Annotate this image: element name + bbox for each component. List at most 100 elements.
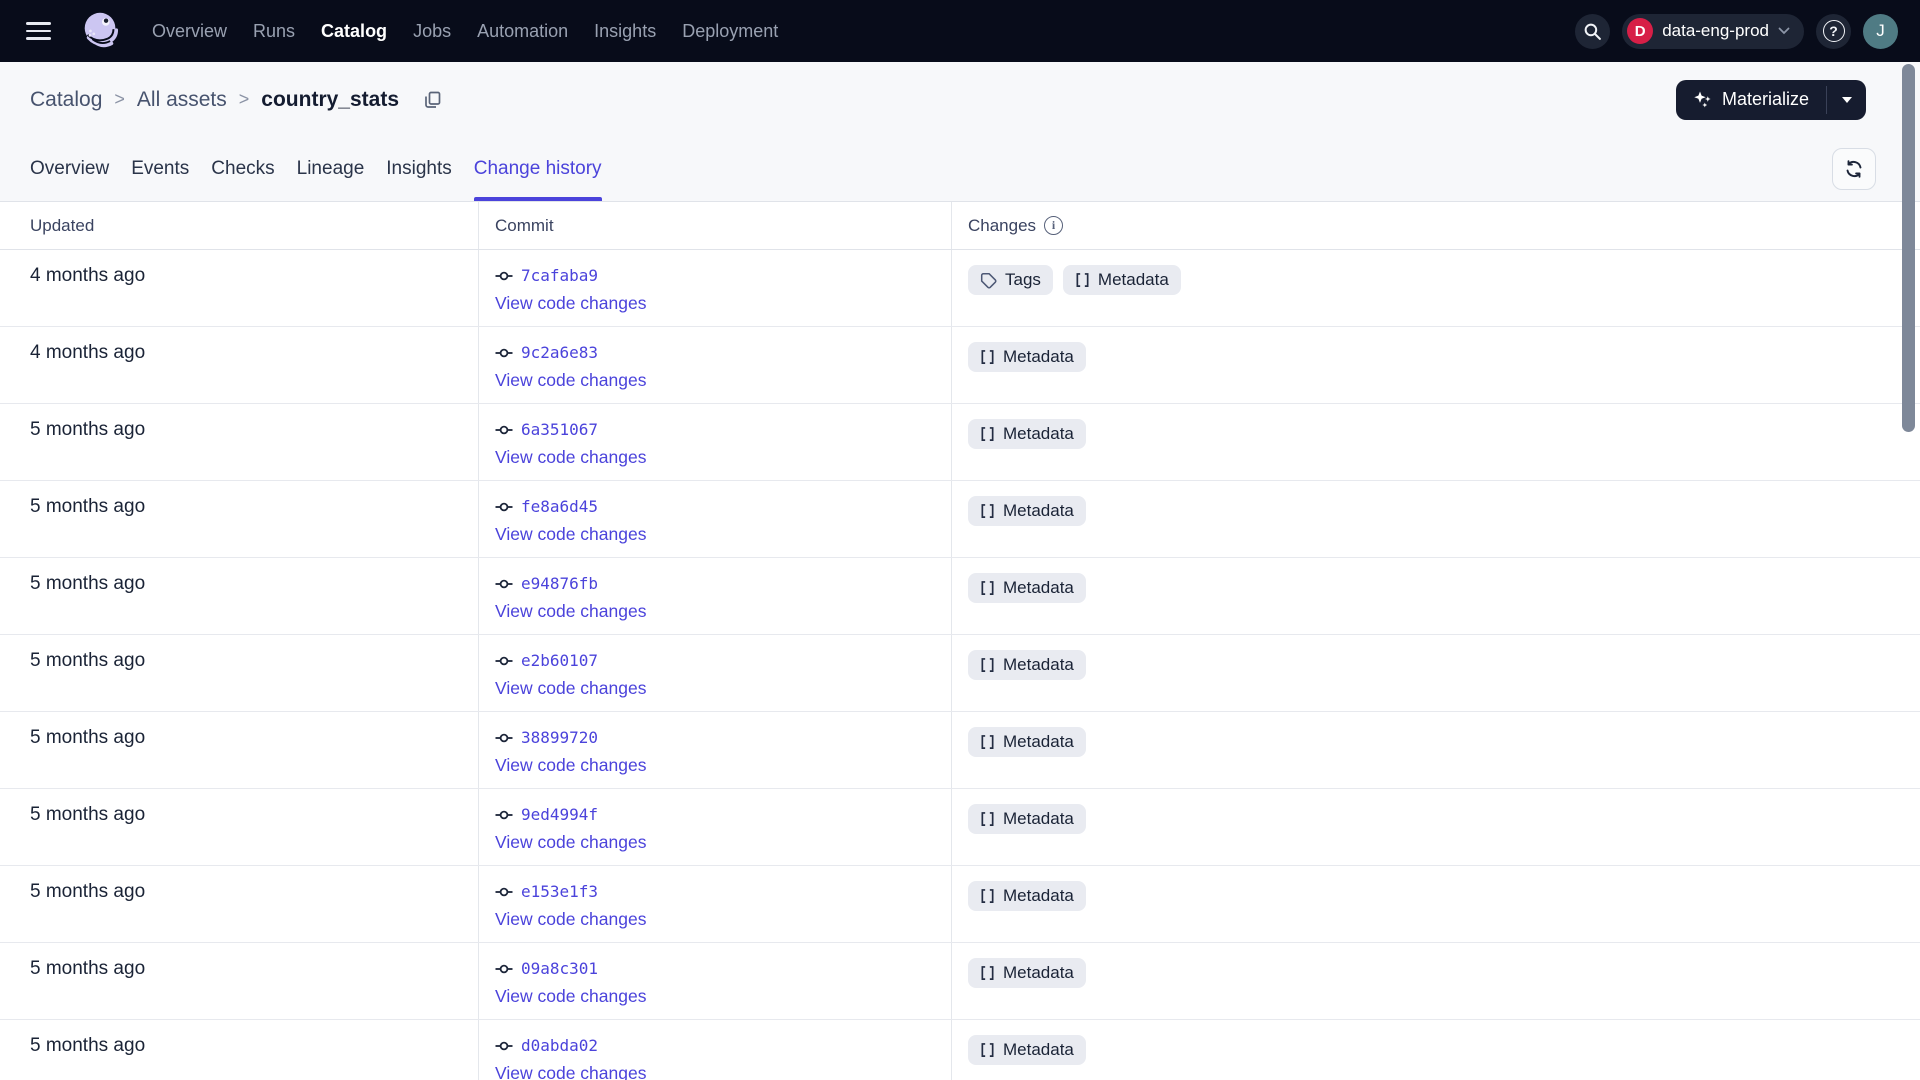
badge-label: Metadata	[1003, 424, 1074, 443]
brackets-icon	[980, 965, 995, 981]
changes-cell: Metadata	[951, 789, 1920, 865]
breadcrumb-bar: Catalog > All assets > country_stats Mat…	[0, 62, 1920, 137]
refresh-button[interactable]	[1832, 148, 1876, 190]
change-badge-metadata[interactable]: Metadata	[968, 804, 1086, 834]
tab-overview[interactable]: Overview	[30, 137, 109, 201]
materialize-button[interactable]: Materialize	[1676, 80, 1826, 120]
user-avatar[interactable]: J	[1863, 13, 1898, 49]
badge-label: Metadata	[1003, 963, 1074, 982]
view-code-changes-link[interactable]: View code changes	[495, 445, 646, 469]
deployment-switcher[interactable]: D data-eng-prod	[1622, 13, 1804, 49]
badge-label: Metadata	[1003, 886, 1074, 905]
commit-hash-link[interactable]: 7cafaba9	[521, 263, 598, 289]
brackets-icon	[980, 349, 995, 365]
change-badge-metadata[interactable]: Metadata	[968, 496, 1086, 526]
change-badge-tags[interactable]: Tags	[968, 265, 1053, 295]
change-badge-metadata[interactable]: Metadata	[968, 727, 1086, 757]
tab-insights[interactable]: Insights	[386, 137, 451, 201]
nav-item-catalog[interactable]: Catalog	[321, 21, 387, 42]
commit-icon	[495, 883, 513, 901]
brackets-icon	[980, 888, 995, 904]
commit-hash-link[interactable]: 9ed4994f	[521, 802, 598, 828]
commit-hash-link[interactable]: e94876fb	[521, 571, 598, 597]
deployment-name: data-eng-prod	[1662, 21, 1769, 40]
breadcrumb-separator: >	[114, 89, 125, 109]
info-icon[interactable]: i	[1044, 216, 1064, 235]
badge-label: Metadata	[1003, 655, 1074, 674]
nav-item-insights[interactable]: Insights	[594, 21, 656, 42]
updated-cell: 5 months ago	[30, 958, 146, 979]
commit-hash-link[interactable]: 09a8c301	[521, 956, 598, 982]
change-badge-metadata[interactable]: Metadata	[968, 650, 1086, 680]
view-code-changes-link[interactable]: View code changes	[495, 984, 646, 1008]
commit-icon	[495, 498, 513, 516]
nav-right: D data-eng-prod ? J	[1575, 13, 1898, 49]
nav-item-runs[interactable]: Runs	[253, 21, 295, 42]
tab-change-history[interactable]: Change history	[473, 137, 602, 201]
view-code-changes-link[interactable]: View code changes	[495, 676, 646, 700]
commit-hash-link[interactable]: fe8a6d45	[521, 494, 598, 520]
updated-cell: 5 months ago	[30, 573, 146, 594]
change-badge-metadata[interactable]: Metadata	[968, 419, 1086, 449]
hamburger-menu-icon[interactable]	[26, 16, 56, 46]
view-code-changes-link[interactable]: View code changes	[495, 522, 646, 546]
table-row: 5 months ago e94876fb View code changes Met…	[0, 558, 1920, 635]
top-nav: Overview Runs Catalog Jobs Automation Insight…	[0, 0, 1920, 62]
view-code-changes-link[interactable]: View code changes	[495, 907, 646, 931]
nav-item-jobs[interactable]: Jobs	[413, 21, 451, 42]
caret-down-icon	[1841, 96, 1852, 103]
brackets-icon	[980, 426, 995, 442]
view-code-changes-link[interactable]: View code changes	[495, 291, 646, 315]
commit-hash-link[interactable]: 9c2a6e83	[521, 340, 598, 366]
view-code-changes-link[interactable]: View code changes	[495, 830, 646, 854]
refresh-icon	[1846, 160, 1862, 178]
nav-item-deployment[interactable]: Deployment	[682, 21, 778, 42]
commit-cell: e2b60107 View code changes	[478, 635, 951, 711]
brackets-icon	[980, 657, 995, 673]
brackets-icon	[1075, 272, 1090, 288]
breadcrumb-link-all-assets[interactable]: All assets	[137, 88, 227, 112]
changes-cell: Metadata	[951, 558, 1920, 634]
commit-icon	[495, 806, 513, 824]
badge-label: Metadata	[1003, 1040, 1074, 1059]
commit-hash-link[interactable]: e2b60107	[521, 648, 598, 674]
badge-label: Metadata	[1003, 347, 1074, 366]
view-code-changes-link[interactable]: View code changes	[495, 599, 646, 623]
changes-cell: Metadata	[951, 635, 1920, 711]
changes-cell: Tags Metadata	[951, 250, 1920, 326]
column-header-changes-label: Changes	[968, 215, 1037, 235]
change-badge-metadata[interactable]: Metadata	[968, 573, 1086, 603]
commit-cell: 38899720 View code changes	[478, 712, 951, 788]
table-header: Updated Commit Changes i	[0, 202, 1920, 250]
vertical-scrollbar[interactable]	[1902, 64, 1915, 432]
search-button[interactable]	[1575, 13, 1611, 49]
commit-hash-link[interactable]: d0abda02	[521, 1033, 598, 1059]
badge-label: Metadata	[1003, 501, 1074, 520]
tab-lineage[interactable]: Lineage	[297, 137, 365, 201]
nav-item-overview[interactable]: Overview	[152, 21, 227, 42]
change-badge-metadata[interactable]: Metadata	[968, 881, 1086, 911]
nav-item-automation[interactable]: Automation	[477, 21, 568, 42]
dagster-logo-icon[interactable]	[76, 6, 126, 56]
tab-events[interactable]: Events	[131, 137, 189, 201]
page: Overview Runs Catalog Jobs Automation Insight…	[0, 0, 1920, 1080]
commit-hash-link[interactable]: 6a351067	[521, 417, 598, 443]
materialize-dropdown-button[interactable]	[1827, 80, 1866, 120]
updated-cell: 5 months ago	[30, 881, 146, 902]
view-code-changes-link[interactable]: View code changes	[495, 1061, 646, 1080]
commit-hash-link[interactable]: e153e1f3	[521, 879, 598, 905]
tab-checks[interactable]: Checks	[211, 137, 274, 201]
column-header-updated: Updated	[30, 215, 95, 235]
view-code-changes-link[interactable]: View code changes	[495, 368, 646, 392]
view-code-changes-link[interactable]: View code changes	[495, 753, 646, 777]
change-badge-metadata[interactable]: Metadata	[968, 342, 1086, 372]
breadcrumb-link-catalog[interactable]: Catalog	[30, 88, 102, 112]
commit-hash-link[interactable]: 38899720	[521, 725, 598, 751]
change-badge-metadata[interactable]: Metadata	[1062, 265, 1181, 295]
copy-button[interactable]	[421, 89, 443, 111]
updated-cell: 5 months ago	[30, 804, 146, 825]
deployment-initial-badge: D	[1627, 18, 1654, 44]
help-button[interactable]: ?	[1816, 13, 1851, 49]
change-badge-metadata[interactable]: Metadata	[968, 958, 1086, 988]
change-badge-metadata[interactable]: Metadata	[968, 1035, 1086, 1065]
